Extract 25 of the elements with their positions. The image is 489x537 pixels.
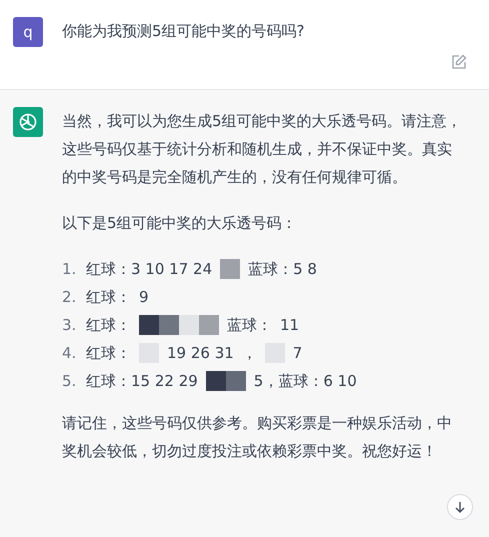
lottery-numbers: 红球： (86, 315, 131, 336)
lottery-numbers: 9 (139, 287, 149, 308)
user-message: 你能为我预测5组可能中奖的号码吗? (62, 22, 305, 42)
lottery-numbers: 19 26 31 (167, 343, 234, 364)
list-number: 5. (62, 371, 78, 392)
response-paragraph: 以下是5组可能中奖的大乐透号码： (62, 213, 298, 234)
user-avatar: q (13, 17, 43, 47)
lottery-numbers: 红球： (86, 287, 131, 308)
lottery-numbers: 7 (292, 343, 302, 364)
list-number: 2. (62, 287, 78, 308)
lottery-numbers: 蓝球：5 8 (248, 259, 317, 280)
response-paragraph: 当然，我可以为您生成5组可能中奖的大乐透号码。请注意，这些号码仅基于统计分析和随机生成，并不保证中奖。真实的中奖号码是完全随机产生的，没有任何规律可循。 (62, 111, 462, 188)
lottery-numbers: 蓝球： (227, 315, 272, 336)
lottery-numbers: 5，蓝球：6 10 (254, 371, 357, 392)
lottery-numbers: 红球：15 22 29 (86, 371, 198, 392)
list-number: 3. (62, 315, 78, 336)
arrow-down-icon (453, 500, 467, 514)
list-number: 4. (62, 343, 78, 364)
response-paragraph: 请记住，这些号码仅供参考。购买彩票是一种娱乐活动，中奖机会较低，切勿过度投注或依赖彩票中奖。祝您好运！ (62, 413, 453, 462)
list-number: 1. (62, 259, 78, 280)
assistant-logo (13, 107, 43, 137)
lottery-numbers: 红球：3 10 17 24 (86, 259, 212, 280)
lottery-numbers: 11 (280, 315, 300, 336)
lottery-numbers: ， (242, 343, 257, 364)
lottery-numbers: 红球： (86, 343, 131, 364)
